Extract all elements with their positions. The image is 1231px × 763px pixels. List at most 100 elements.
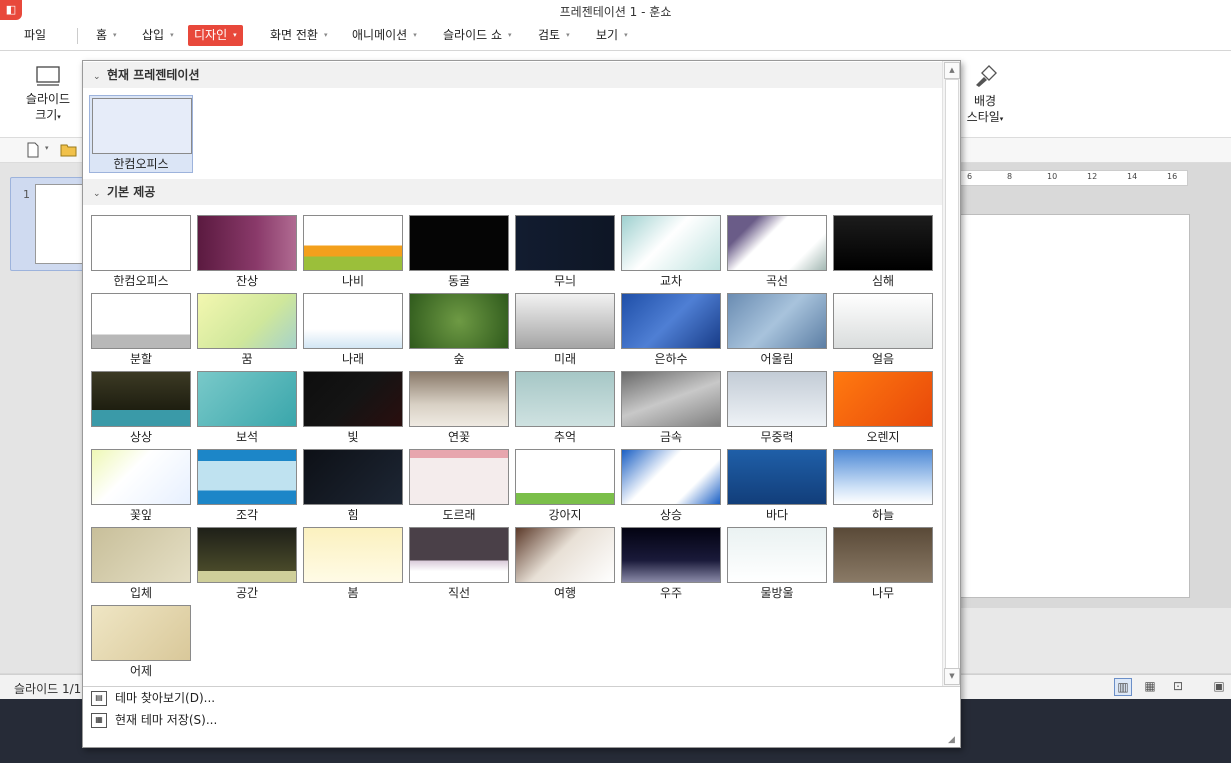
theme-item[interactable]: 꿈 <box>197 293 297 369</box>
new-document-icon[interactable] <box>26 142 40 158</box>
slide-thumbnail[interactable]: 1 <box>10 177 85 271</box>
slide-size-button[interactable]: 슬라이드 크기▾ <box>20 65 76 125</box>
menu-home[interactable]: 홈 ▾ <box>90 25 123 46</box>
theme-item[interactable]: 잔상 <box>197 215 297 291</box>
chevron-down-icon: ⌄ <box>93 189 101 199</box>
menu-view[interactable]: 보기 ▾ <box>590 25 634 46</box>
scroll-up-icon[interactable]: ▲ <box>944 62 960 79</box>
theme-preview <box>303 449 403 505</box>
slide-size-label-1: 슬라이드 <box>25 92 71 106</box>
theme-item[interactable]: 조각 <box>197 449 297 525</box>
background-style-button[interactable]: 배경 스타일▾ <box>962 65 1008 127</box>
slide-canvas[interactable] <box>960 214 1190 598</box>
theme-preview <box>92 98 192 154</box>
theme-label: 여행 <box>553 586 577 600</box>
theme-item[interactable]: 어울림 <box>727 293 827 369</box>
resize-grip-icon[interactable]: ◢ <box>948 735 958 745</box>
scrollbar-thumb[interactable] <box>945 79 959 669</box>
menu-design[interactable]: 디자인 ▾ <box>188 25 243 46</box>
theme-item[interactable]: 분할 <box>91 293 191 369</box>
chevron-down-icon[interactable]: ▾ <box>45 144 49 152</box>
theme-label: 바다 <box>765 508 789 522</box>
notes-area[interactable] <box>960 608 1231 673</box>
theme-preview <box>833 371 933 427</box>
scroll-down-icon[interactable]: ▼ <box>944 668 960 685</box>
theme-preview <box>197 449 297 505</box>
theme-item[interactable]: 나래 <box>303 293 403 369</box>
theme-item[interactable]: 숲 <box>409 293 509 369</box>
theme-label: 나무 <box>871 586 895 600</box>
theme-item[interactable]: 동굴 <box>409 215 509 291</box>
theme-label: 힘 <box>347 508 359 522</box>
theme-item[interactable]: 도르래 <box>409 449 509 525</box>
theme-item[interactable]: 봄 <box>303 527 403 603</box>
theme-preview <box>91 605 191 661</box>
theme-preview <box>727 371 827 427</box>
theme-label: 은하수 <box>654 352 688 366</box>
theme-item[interactable]: 얼음 <box>833 293 933 369</box>
theme-label: 교차 <box>659 274 683 288</box>
ruler-tick-label: 10 <box>1047 172 1058 181</box>
theme-item[interactable]: 직선 <box>409 527 509 603</box>
theme-item[interactable]: 곡선 <box>727 215 827 291</box>
theme-item[interactable]: 무중력 <box>727 371 827 447</box>
theme-item[interactable]: 미래 <box>515 293 615 369</box>
theme-item[interactable]: 하늘 <box>833 449 933 525</box>
theme-preview <box>303 371 403 427</box>
theme-label: 강아지 <box>548 508 582 522</box>
theme-preview <box>91 371 191 427</box>
slide-sorter-view-icon[interactable]: ▦ <box>1142 678 1158 694</box>
theme-label: 연꽃 <box>447 430 471 444</box>
theme-item[interactable]: 한컴오피스 <box>91 215 191 291</box>
save-current-theme-item[interactable]: ▦ 현재 테마 저장(S)... <box>91 710 217 730</box>
theme-item[interactable]: 보석 <box>197 371 297 447</box>
theme-preview <box>91 527 191 583</box>
chevron-down-icon: ▾ <box>566 31 570 39</box>
theme-item[interactable]: 심해 <box>833 215 933 291</box>
theme-item[interactable]: 강아지 <box>515 449 615 525</box>
theme-preview <box>303 527 403 583</box>
theme-item[interactable]: 상상 <box>91 371 191 447</box>
menu-slideshow[interactable]: 슬라이드 쇼 ▾ <box>437 25 518 46</box>
slideshow-view-icon[interactable]: ⊡ <box>1170 678 1186 694</box>
theme-item[interactable]: 오렌지 <box>833 371 933 447</box>
theme-label: 금속 <box>659 430 683 444</box>
theme-item[interactable]: 은하수 <box>621 293 721 369</box>
theme-item[interactable]: 공간 <box>197 527 297 603</box>
menu-animation[interactable]: 애니메이션 ▾ <box>346 25 423 46</box>
theme-item[interactable]: 힘 <box>303 449 403 525</box>
theme-item[interactable]: 상승 <box>621 449 721 525</box>
theme-item[interactable]: 금속 <box>621 371 721 447</box>
theme-item[interactable]: 우주 <box>621 527 721 603</box>
open-folder-icon[interactable] <box>60 143 78 157</box>
theme-preview <box>515 215 615 271</box>
theme-item[interactable]: 연꽃 <box>409 371 509 447</box>
theme-label: 나래 <box>341 352 365 366</box>
theme-item[interactable]: 어제 <box>91 605 191 681</box>
theme-item[interactable]: 바다 <box>727 449 827 525</box>
menu-review[interactable]: 검토 ▾ <box>532 25 576 46</box>
chevron-down-icon: ▾ <box>413 31 417 39</box>
fit-window-icon[interactable]: ▣ <box>1211 678 1227 694</box>
menu-file[interactable]: 파일 <box>18 25 52 46</box>
theme-item[interactable]: 빛 <box>303 371 403 447</box>
theme-item[interactable]: 여행 <box>515 527 615 603</box>
theme-item[interactable]: 교차 <box>621 215 721 291</box>
theme-label: 도르래 <box>442 508 476 522</box>
theme-preview <box>515 527 615 583</box>
normal-view-icon[interactable]: ▥ <box>1114 678 1132 696</box>
theme-item[interactable]: 무늬 <box>515 215 615 291</box>
theme-item[interactable]: 꽃잎 <box>91 449 191 525</box>
theme-item[interactable]: 나무 <box>833 527 933 603</box>
gallery-scrollbar[interactable]: ▲ ▼ <box>942 61 960 686</box>
chevron-down-icon: ▾ <box>170 31 174 39</box>
theme-current-hancom[interactable]: 한컴오피스 <box>89 95 193 173</box>
theme-item[interactable]: 추억 <box>515 371 615 447</box>
menu-insert[interactable]: 삽입 ▾ <box>136 25 180 46</box>
menu-transition[interactable]: 화면 전환 ▾ <box>264 25 334 46</box>
theme-item[interactable]: 물방울 <box>727 527 827 603</box>
theme-item[interactable]: 입체 <box>91 527 191 603</box>
theme-item[interactable]: 나비 <box>303 215 403 291</box>
theme-label: 잔상 <box>235 274 259 288</box>
browse-themes-item[interactable]: ▤ 테마 찾아보기(D)... <box>91 688 215 708</box>
